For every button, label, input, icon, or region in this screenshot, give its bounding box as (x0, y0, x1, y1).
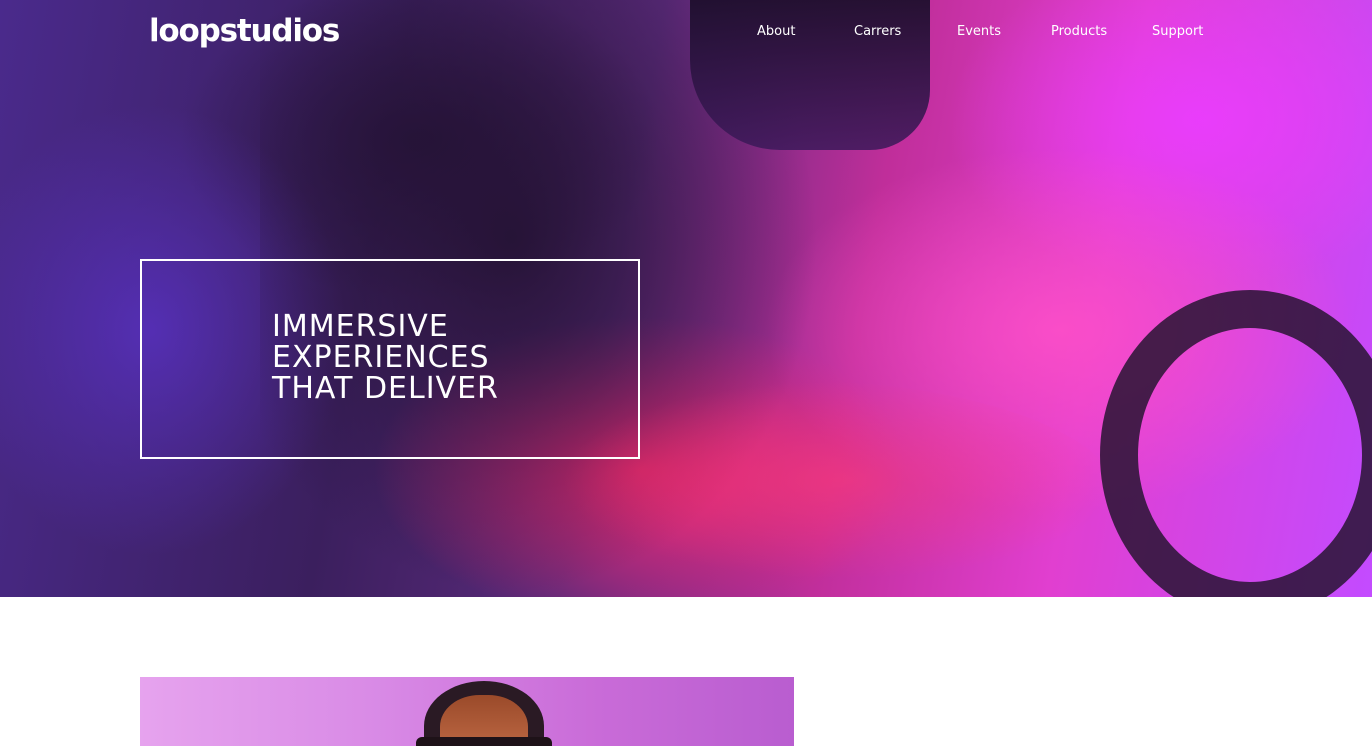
hero-photo-steering-wheel (1100, 290, 1372, 597)
vr-headset-strap-shape (416, 737, 552, 746)
hero-headline-line-2: EXPERIENCES (272, 340, 490, 375)
hero-headline: IMMERSIVE EXPERIENCES THAT DELIVER (272, 311, 612, 404)
hero-headline-box: IMMERSIVE EXPERIENCES THAT DELIVER (140, 259, 640, 459)
hero-headline-line-1: IMMERSIVE (272, 309, 449, 344)
nav-link-support[interactable]: Support (1152, 23, 1203, 41)
hero-section: loopstudios About Carrers Events Product… (0, 0, 1372, 597)
hero-headline-line-3: THAT DELIVER (272, 371, 499, 406)
nav-link-products[interactable]: Products (1051, 23, 1107, 41)
feature-image-vr-user (140, 677, 794, 746)
nav-link-about[interactable]: About (757, 23, 795, 41)
nav-link-events[interactable]: Events (957, 23, 1001, 41)
site-header: loopstudios About Carrers Events Product… (0, 0, 1372, 64)
nav-link-careers[interactable]: Carrers (854, 23, 901, 41)
hero-photo-arm (560, 380, 1120, 580)
main-nav: About Carrers Events Products Support (0, 23, 1372, 43)
